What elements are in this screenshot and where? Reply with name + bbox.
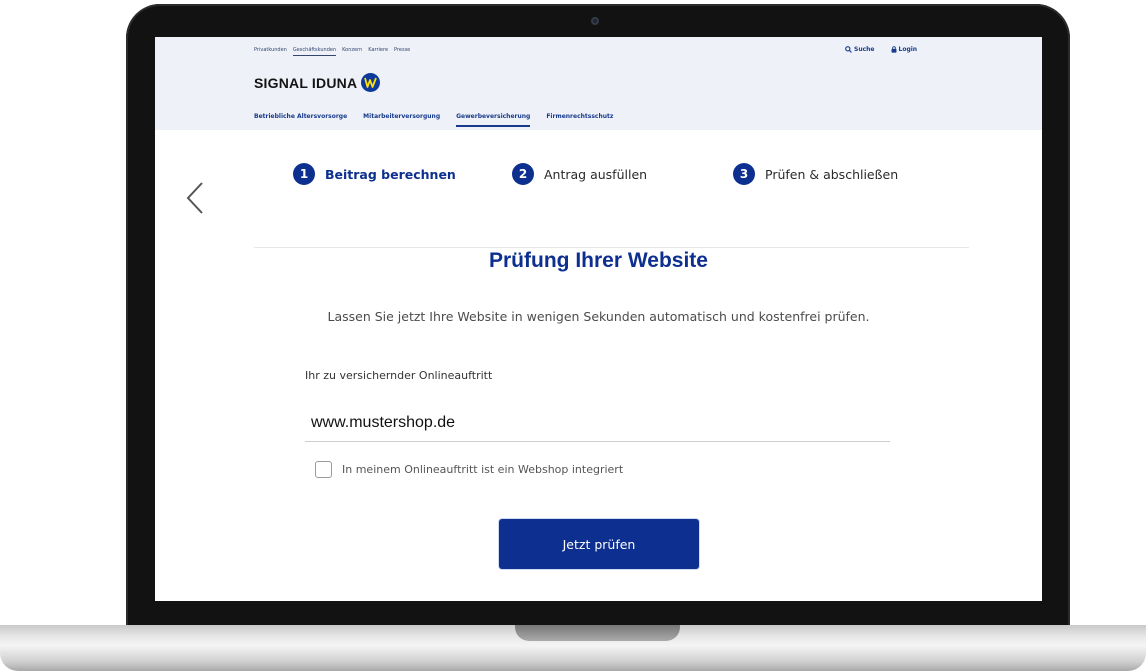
progress-steps: 1 Beitrag berechnen 2 Antrag ausfüllen 3… [293, 163, 933, 189]
step-3: 3 Prüfen & abschließen [733, 163, 898, 185]
page-title: Prüfung Ihrer Website [489, 249, 708, 272]
search-icon [845, 46, 852, 53]
check-now-button[interactable]: Jetzt prüfen [499, 519, 699, 569]
utility-link-karriere[interactable]: Karriere [368, 47, 388, 56]
page-subtitle: Lassen Sie jetzt Ihre Website in wenigen… [327, 309, 870, 324]
nav-item-gewerbeversicherung[interactable]: Gewerbeversicherung [456, 113, 531, 127]
utility-nav: Privatkunden Geschäftskunden Konzern Kar… [254, 47, 410, 56]
step-label: Prüfen & abschließen [765, 166, 899, 182]
utility-link-privatkunden[interactable]: Privatkunden [254, 47, 287, 56]
website-field-label: Ihr zu versichernder Onlineauftritt [305, 369, 493, 382]
lock-icon [891, 46, 896, 53]
logo-emblem-icon [361, 73, 381, 92]
brand-logo[interactable]: SIGNAL IDUNA [254, 73, 381, 92]
utility-link-presse[interactable]: Presse [394, 47, 410, 56]
logo-wordmark: SIGNAL IDUNA [254, 74, 358, 91]
webshop-checkbox-label[interactable]: In meinem Onlineauftritt ist ein Webshop… [342, 463, 623, 476]
utility-link-konzern[interactable]: Konzern [342, 47, 362, 56]
webcam [591, 17, 599, 25]
step-number: 3 [733, 163, 755, 185]
section-divider [254, 247, 969, 248]
laptop-frame: Privatkunden Geschäftskunden Konzern Kar… [0, 0, 1146, 671]
nav-item-mitarbeiterversorgung[interactable]: Mitarbeiterversorgung [363, 113, 440, 127]
site-header: Privatkunden Geschäftskunden Konzern Kar… [155, 37, 1042, 130]
nav-item-altersvorsorge[interactable]: Betriebliche Altersvorsorge [254, 113, 347, 127]
step-2: 2 Antrag ausfüllen [512, 163, 647, 185]
step-number: 1 [293, 163, 315, 185]
login-label: Login [898, 46, 918, 53]
header-tools: Suche Login [845, 46, 917, 53]
utility-link-geschaeftskunden[interactable]: Geschäftskunden [292, 47, 337, 56]
login-link[interactable]: Login [891, 46, 918, 53]
webshop-checkbox[interactable] [315, 461, 332, 478]
search-label: Suche [854, 46, 875, 53]
laptop-notch [515, 625, 680, 641]
search-link[interactable]: Suche [845, 46, 875, 53]
browser-screen: Privatkunden Geschäftskunden Konzern Kar… [155, 37, 1042, 601]
main-nav: Betriebliche Altersvorsorge Mitarbeiterv… [254, 113, 613, 127]
step-label: Antrag ausfüllen [544, 166, 648, 182]
nav-item-firmenrechtsschutz[interactable]: Firmenrechtsschutz [546, 113, 613, 127]
back-chevron-icon[interactable] [185, 180, 205, 216]
webshop-checkbox-row[interactable]: In meinem Onlineauftritt ist ein Webshop… [315, 461, 623, 478]
step-1: 1 Beitrag berechnen [293, 163, 456, 185]
step-label: Beitrag berechnen [325, 166, 456, 182]
website-input[interactable] [305, 404, 890, 442]
step-number: 2 [512, 163, 534, 185]
